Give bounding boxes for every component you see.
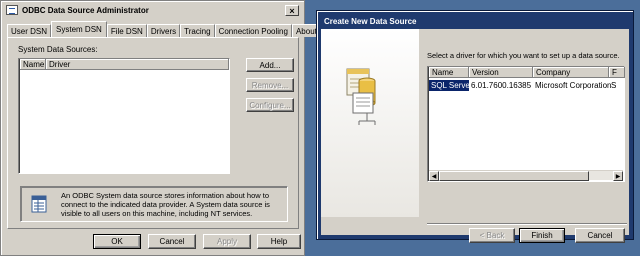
apply-button[interactable]: Apply xyxy=(203,234,251,249)
odbc-administrator-window: ODBC Data Source Administrator × User DS… xyxy=(0,0,321,256)
driver-version-cell: 6.01.7600.16385 xyxy=(471,81,532,90)
driver-list[interactable]: Name Version Company F SQL Server 6.01.7… xyxy=(427,66,625,182)
help-button[interactable]: Help xyxy=(257,234,301,249)
wizard-graphic-panel xyxy=(321,29,419,217)
driver-row-sql-server[interactable]: SQL Server 6.01.7600.16385 Microsoft Cor… xyxy=(429,80,625,91)
create-new-client-area: Select a driver for which you want to se… xyxy=(321,29,629,243)
tab-system-dsn[interactable]: System DSN xyxy=(51,21,107,37)
column-header-version[interactable]: Version xyxy=(469,67,533,78)
driver-list-horizontal-scrollbar[interactable]: ◀ ▶ xyxy=(429,170,623,181)
odbc-window-title: ODBC Data Source Administrator xyxy=(22,5,149,15)
column-header-name[interactable]: Name xyxy=(20,59,46,70)
cancel-button[interactable]: Cancel xyxy=(575,228,625,243)
back-button[interactable]: < Back xyxy=(469,228,515,243)
tab-connection-pooling[interactable]: Connection Pooling xyxy=(214,24,292,37)
tab-drivers[interactable]: Drivers xyxy=(146,24,181,37)
column-header-name[interactable]: Name xyxy=(429,67,469,78)
column-header-company[interactable]: Company xyxy=(533,67,609,78)
scroll-right-arrow-icon[interactable]: ▶ xyxy=(613,171,623,181)
cancel-button[interactable]: Cancel xyxy=(148,234,196,249)
finish-button[interactable]: Finish xyxy=(519,228,565,243)
odbc-title-bar[interactable]: ODBC Data Source Administrator × xyxy=(3,3,302,17)
footer-separator xyxy=(427,223,627,224)
data-source-icon xyxy=(31,195,47,213)
tab-tracing[interactable]: Tracing xyxy=(180,24,215,37)
column-header-driver[interactable]: Driver xyxy=(46,59,229,70)
driver-selection-prompt: Select a driver for which you want to se… xyxy=(427,51,620,60)
system-data-sources-label: System Data Sources: xyxy=(18,45,98,54)
add-button[interactable]: Add... xyxy=(246,58,294,72)
scroll-thumb[interactable] xyxy=(439,171,589,181)
create-new-title-bar[interactable]: Create New Data Source xyxy=(321,14,631,28)
odbc-tab-strip: User DSN System DSN File DSN Drivers Tra… xyxy=(7,21,321,38)
system-dsn-description: An ODBC System data source stores inform… xyxy=(61,191,270,218)
system-data-sources-list[interactable]: Name Driver xyxy=(18,58,230,174)
remove-button[interactable]: Remove... xyxy=(246,78,294,92)
scroll-left-arrow-icon[interactable]: ◀ xyxy=(429,171,439,181)
driver-extra-cell: S xyxy=(611,81,617,90)
create-new-window-title: Create New Data Source xyxy=(324,16,417,26)
tab-user-dsn[interactable]: User DSN xyxy=(7,24,52,37)
close-icon[interactable]: × xyxy=(285,5,299,16)
create-new-data-source-window: Create New Data Source Select a driver f… xyxy=(316,10,634,243)
driver-company-cell: Microsoft Corporation xyxy=(535,81,612,90)
column-header-extra[interactable]: F xyxy=(609,67,625,78)
driver-name-cell: SQL Server xyxy=(429,80,473,91)
info-group-box: An ODBC System data source stores inform… xyxy=(20,186,288,222)
ok-button[interactable]: OK xyxy=(93,234,141,249)
odbc-app-icon xyxy=(6,5,18,15)
tab-file-dsn[interactable]: File DSN xyxy=(106,24,147,37)
system-dsn-panel: System Data Sources: Name Driver Add... … xyxy=(7,37,299,229)
configure-button[interactable]: Configure... xyxy=(246,98,294,112)
database-wizard-icon xyxy=(321,29,419,217)
